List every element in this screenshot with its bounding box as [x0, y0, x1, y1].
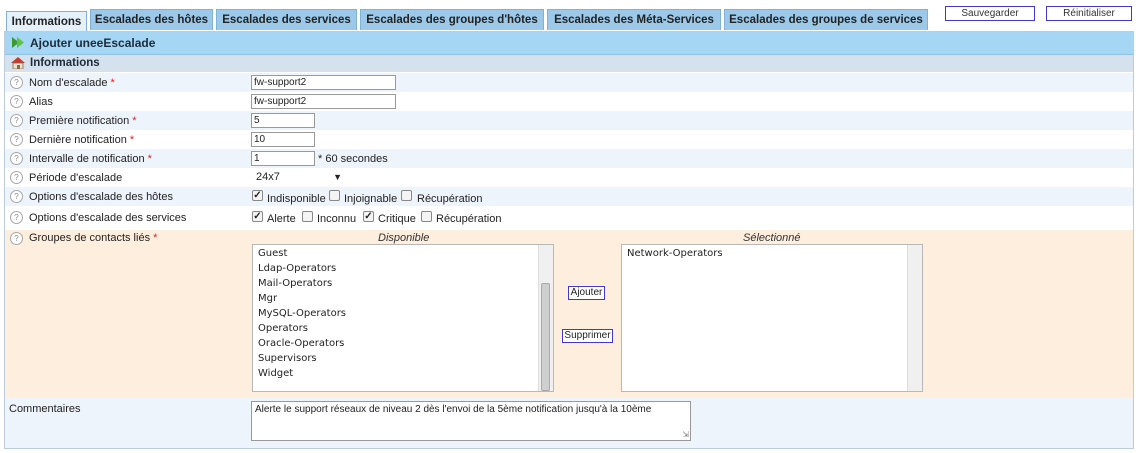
list-scrollbar[interactable]	[907, 245, 922, 391]
alias-label: Alias	[29, 96, 53, 108]
interval-unit: * 60 secondes	[318, 153, 388, 165]
service-options-row: ? Options d'escalade des services ✓ Aler…	[5, 206, 1133, 230]
help-icon[interactable]: ?	[10, 114, 23, 127]
form-title-bar: Ajouter uneeEscalade	[5, 32, 1133, 55]
period-select[interactable]: 24x7 ▼	[252, 169, 348, 185]
interval-row: ? Intervalle de notification * 1 * 60 sec…	[5, 149, 1133, 168]
required-mark: *	[132, 115, 137, 127]
interval-input[interactable]: 1	[251, 151, 315, 166]
first-notification-input[interactable]: 5	[251, 113, 315, 128]
svc-opt-warning-checkbox[interactable]: ✓	[252, 211, 263, 222]
service-options-label: Options d'escalade des services	[29, 212, 187, 224]
alias-input[interactable]: fw-support2	[251, 94, 396, 109]
selected-list[interactable]: Network-Operators	[621, 244, 923, 392]
scrollbar-thumb[interactable]	[541, 283, 550, 391]
comments-row: Commentaires Alerte le support réseaux d…	[5, 398, 1133, 448]
tab-informations[interactable]: Informations	[6, 11, 87, 32]
help-icon[interactable]: ?	[10, 171, 23, 184]
required-mark: *	[147, 153, 152, 165]
comments-textarea[interactable]: Alerte le support réseaux de niveau 2 dè…	[251, 401, 691, 441]
period-label: Période d'escalade	[29, 172, 123, 184]
contact-groups-row: ? Groupes de contacts liés * Disponible S…	[5, 230, 1133, 398]
list-item[interactable]: Guest	[258, 248, 287, 259]
save-button[interactable]: Sauvegarder	[945, 6, 1035, 21]
help-icon[interactable]: ?	[10, 190, 23, 203]
required-mark: *	[110, 77, 115, 89]
last-notification-row: ? Dernière notification * 10	[5, 130, 1133, 149]
tab-meta-service-escalations[interactable]: Escalades des Méta-Services	[547, 9, 721, 30]
list-item[interactable]: Widget	[258, 368, 293, 379]
svc-opt-critical-checkbox[interactable]: ✓	[363, 211, 374, 222]
host-opt-label: Indisponible	[267, 193, 326, 205]
svc-opt-recovery-checkbox[interactable]	[421, 211, 432, 222]
chevron-down-icon: ▼	[333, 172, 342, 182]
list-item[interactable]: Oracle-Operators	[258, 338, 344, 349]
section-title: Informations	[30, 57, 100, 69]
house-icon	[11, 57, 25, 72]
reset-button[interactable]: Réinitialiser	[1046, 6, 1132, 21]
escalation-form: Ajouter uneeEscalade Informations ? Nom …	[4, 31, 1134, 449]
list-item[interactable]: Network-Operators	[627, 248, 723, 259]
host-opt-unreachable-checkbox[interactable]: ✓	[252, 190, 263, 201]
resize-grip-icon[interactable]: ⇲	[682, 430, 689, 439]
add-button[interactable]: Ajouter	[568, 286, 605, 300]
last-notification-label: Dernière notification *	[29, 134, 135, 146]
page-title: Ajouter uneeEscalade	[30, 36, 156, 50]
last-notification-input[interactable]: 10	[251, 132, 315, 147]
host-opt-label: Récupération	[417, 193, 483, 205]
help-icon[interactable]: ?	[10, 211, 23, 224]
host-options-label: Options d'escalade des hôtes	[29, 191, 173, 203]
comments-label: Commentaires	[9, 403, 81, 415]
host-options-row: ? Options d'escalade des hôtes ✓ Indispo…	[5, 187, 1133, 206]
period-value: 24x7	[256, 171, 280, 183]
tab-servicegroup-escalations[interactable]: Escalades des groupes de services	[724, 9, 928, 30]
add-arrow-icon	[11, 36, 25, 52]
host-opt-unreachable-checkbox[interactable]	[329, 190, 340, 201]
available-header: Disponible	[378, 232, 430, 244]
name-input[interactable]: fw-support2	[251, 75, 396, 90]
tab-host-escalations[interactable]: Escalades des hôtes	[90, 9, 213, 30]
svc-opt-unknown-checkbox[interactable]	[302, 211, 313, 222]
svc-opt-label: Récupération	[436, 213, 502, 225]
list-item[interactable]: Mail-Operators	[258, 278, 332, 289]
first-notification-row: ? Première notification * 5	[5, 111, 1133, 130]
help-icon[interactable]: ?	[10, 152, 23, 165]
name-row: ? Nom d'escalade * fw-support2	[5, 73, 1133, 92]
selected-header: Sélectionné	[743, 232, 801, 244]
svc-opt-label: Inconnu	[317, 213, 357, 225]
help-icon[interactable]: ?	[10, 232, 23, 245]
svc-opt-label: Critique	[378, 213, 416, 225]
tab-hostgroup-escalations[interactable]: Escalades des groupes d'hôtes	[360, 9, 544, 30]
required-mark: *	[129, 134, 135, 146]
section-header: Informations	[5, 55, 1133, 72]
list-item[interactable]: Ldap-Operators	[258, 263, 336, 274]
host-opt-recovery-checkbox[interactable]	[401, 190, 412, 201]
required-mark: *	[153, 232, 158, 244]
contact-groups-label: Groupes de contacts liés *	[29, 232, 158, 244]
available-list[interactable]: Guest Ldap-Operators Mail-Operators Mgr …	[252, 244, 554, 392]
first-notification-label: Première notification *	[29, 115, 137, 127]
interval-label: Intervalle de notification *	[29, 153, 152, 165]
remove-button[interactable]: Supprimer	[562, 329, 613, 343]
period-row: ? Période d'escalade 24x7 ▼	[5, 168, 1133, 187]
list-scrollbar[interactable]	[538, 245, 553, 391]
list-item[interactable]: Mgr	[258, 293, 277, 304]
help-icon[interactable]: ?	[10, 133, 23, 146]
list-item[interactable]: Supervisors	[258, 353, 317, 364]
tab-service-escalations[interactable]: Escalades des services	[216, 9, 357, 30]
svc-opt-label: Alerte	[267, 213, 296, 225]
list-item[interactable]: MySQL-Operators	[258, 308, 346, 319]
name-label: Nom d'escalade *	[29, 77, 115, 89]
host-opt-label: Injoignable	[344, 193, 398, 205]
help-icon[interactable]: ?	[10, 76, 23, 89]
help-icon[interactable]: ?	[10, 95, 23, 108]
list-item[interactable]: Operators	[258, 323, 308, 334]
alias-row: ? Alias fw-support2	[5, 92, 1133, 111]
comments-text: Alerte le support réseaux de niveau 2 dè…	[255, 404, 652, 415]
